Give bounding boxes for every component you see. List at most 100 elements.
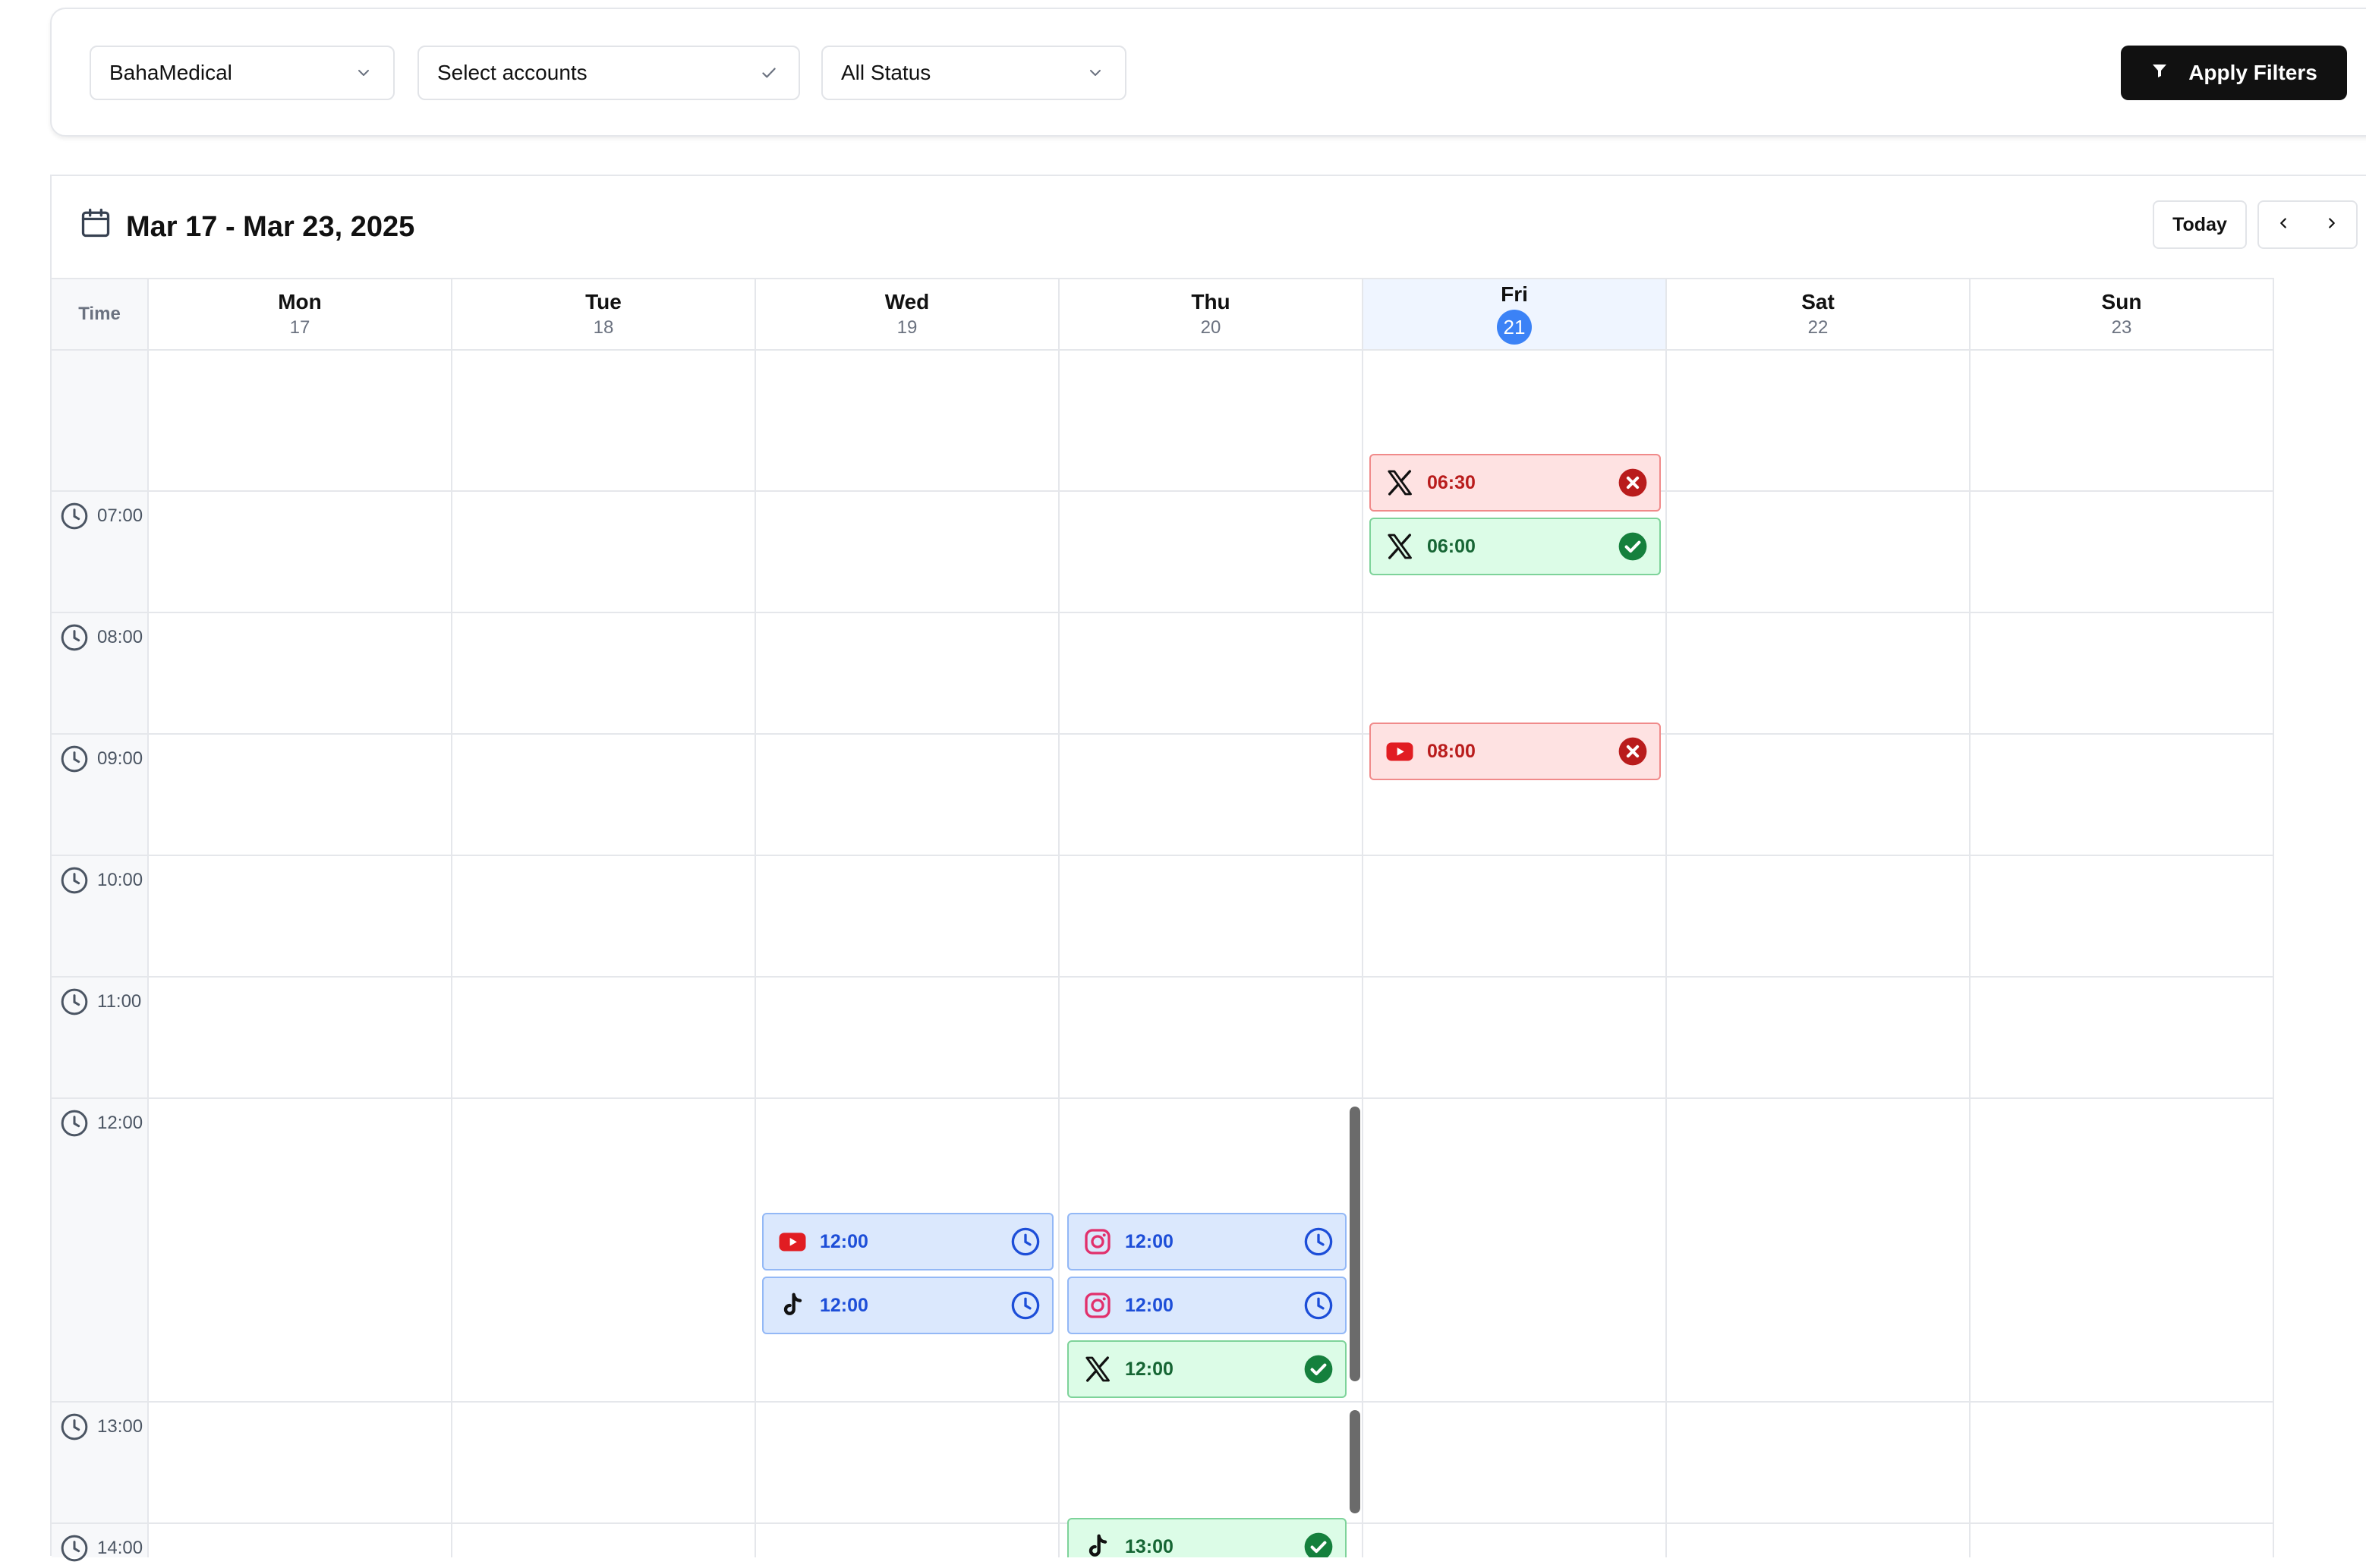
post-event-tiktok[interactable]: 13:00 bbox=[1067, 1518, 1347, 1557]
post-event-time: 08:00 bbox=[1427, 740, 1476, 762]
day-header-tue: Tue 18 bbox=[452, 278, 756, 351]
post-event-x[interactable]: 12:00 bbox=[1067, 1340, 1347, 1398]
clock-status-icon bbox=[1303, 1289, 1334, 1321]
hour-label: 08:00 bbox=[59, 622, 143, 653]
status-select[interactable]: All Status bbox=[821, 46, 1126, 100]
post-event-instagram[interactable]: 12:00 bbox=[1067, 1277, 1347, 1334]
day-header-sun: Sun 23 bbox=[1971, 278, 2274, 351]
column-divider bbox=[1665, 351, 1667, 1557]
day-name: Mon bbox=[278, 290, 322, 313]
week-navigation bbox=[2257, 200, 2358, 249]
company-select[interactable]: BahaMedical bbox=[90, 46, 395, 100]
post-event-time: 12:00 bbox=[1125, 1230, 1174, 1252]
post-event-youtube[interactable]: 08:00 bbox=[1369, 723, 1661, 780]
chevron-right-icon bbox=[2323, 215, 2340, 235]
x-circle-icon bbox=[1617, 467, 1649, 499]
week-grid: Time Mon 17 Tue 18 Wed 19 Thu 20 Fri 21 Sat 22 Sun 23… bbox=[52, 278, 2274, 1562]
date-range: Mar 17 - Mar 23, 2025 bbox=[79, 206, 414, 247]
clock-icon bbox=[59, 1533, 90, 1563]
column-divider bbox=[755, 351, 756, 1557]
hour-label-text: 12:00 bbox=[97, 1113, 143, 1133]
post-event-time: 06:30 bbox=[1427, 471, 1476, 493]
clock-icon bbox=[59, 744, 90, 774]
column-divider bbox=[2273, 351, 2274, 1557]
scrollbar-thumb[interactable] bbox=[1350, 1410, 1360, 1513]
chevron-left-icon bbox=[2275, 215, 2292, 235]
post-event-time: 12:00 bbox=[820, 1294, 868, 1316]
day-header-sat: Sat 22 bbox=[1667, 278, 1971, 351]
day-name: Fri bbox=[1501, 282, 1528, 306]
hour-label: 13:00 bbox=[59, 1412, 143, 1442]
tiktok-icon bbox=[1081, 1530, 1114, 1557]
day-header-thu: Thu 20 bbox=[1060, 278, 1363, 351]
date-range-label: Mar 17 - Mar 23, 2025 bbox=[126, 210, 415, 243]
today-button[interactable]: Today bbox=[2153, 200, 2247, 249]
post-event-time: 12:00 bbox=[1125, 1358, 1174, 1380]
instagram-icon bbox=[1081, 1225, 1114, 1258]
accounts-select[interactable]: Select accounts bbox=[417, 46, 800, 100]
hour-label-text: 10:00 bbox=[97, 870, 143, 890]
day-name: Sat bbox=[1801, 290, 1835, 313]
post-event-instagram[interactable]: 12:00 bbox=[1067, 1213, 1347, 1270]
post-event-time: 13:00 bbox=[1125, 1535, 1174, 1557]
hour-divider bbox=[52, 855, 2274, 856]
day-cell-scroll-area[interactable]: 13:0013:00 bbox=[1060, 1403, 1363, 1557]
time-column bbox=[52, 351, 149, 1557]
day-header-wed: Wed 19 bbox=[756, 278, 1060, 351]
day-cell-scroll-area[interactable]: 12:0012:0012:0012:0012:00 bbox=[1060, 1099, 1363, 1401]
column-divider bbox=[1969, 351, 1971, 1557]
check-icon bbox=[758, 61, 780, 84]
tiktok-icon bbox=[776, 1289, 809, 1322]
scrollbar-thumb[interactable] bbox=[1350, 1107, 1360, 1381]
hour-label: 11:00 bbox=[59, 987, 141, 1017]
status-select-value: All Status bbox=[841, 61, 931, 84]
hour-label-text: 07:00 bbox=[97, 505, 143, 526]
time-column-header: Time bbox=[52, 278, 149, 351]
x-logo-icon bbox=[1383, 530, 1416, 563]
column-divider bbox=[451, 351, 452, 1557]
clock-icon bbox=[59, 501, 90, 531]
x-logo-icon bbox=[1383, 466, 1416, 499]
clock-status-icon bbox=[1303, 1226, 1334, 1258]
day-name: Tue bbox=[585, 290, 622, 313]
clock-status-icon bbox=[1010, 1289, 1041, 1321]
apply-filters-label: Apply Filters bbox=[2188, 61, 2317, 84]
check-circle-icon bbox=[1303, 1531, 1334, 1557]
hour-label: 14:00 bbox=[59, 1533, 143, 1563]
day-header-mon: Mon 17 bbox=[149, 278, 452, 351]
filter-bar: BahaMedical Select accounts All Status A… bbox=[50, 8, 2366, 137]
clock-status-icon bbox=[1010, 1226, 1041, 1258]
chevron-down-icon bbox=[352, 61, 375, 84]
hour-divider bbox=[52, 490, 2274, 492]
post-event-x[interactable]: 06:30 bbox=[1369, 454, 1661, 512]
today-date-badge: 21 bbox=[1497, 310, 1532, 345]
hour-label-text: 14:00 bbox=[97, 1538, 143, 1558]
previous-week-button[interactable] bbox=[2259, 202, 2308, 247]
youtube-icon bbox=[1383, 735, 1416, 768]
clock-icon bbox=[59, 865, 90, 896]
post-event-tiktok[interactable]: 12:00 bbox=[762, 1277, 1054, 1334]
chevron-down-icon bbox=[1084, 61, 1107, 84]
filter-icon bbox=[2150, 61, 2169, 85]
hour-label: 07:00 bbox=[59, 501, 143, 531]
day-name: Thu bbox=[1191, 290, 1230, 313]
post-event-x[interactable]: 06:00 bbox=[1369, 518, 1661, 575]
day-header-fri: Fri 21 bbox=[1363, 278, 1667, 351]
post-event-youtube[interactable]: 12:00 bbox=[762, 1213, 1054, 1270]
hour-divider bbox=[52, 733, 2274, 735]
clock-icon bbox=[59, 1412, 90, 1442]
hour-label-text: 13:00 bbox=[97, 1416, 143, 1437]
post-event-time: 06:00 bbox=[1427, 535, 1476, 557]
hour-label-text: 08:00 bbox=[97, 627, 143, 647]
clock-icon bbox=[59, 622, 90, 653]
clock-icon bbox=[59, 987, 90, 1017]
x-logo-icon bbox=[1081, 1352, 1114, 1386]
hour-divider bbox=[52, 612, 2274, 613]
hour-label: 10:00 bbox=[59, 865, 143, 896]
apply-filters-button[interactable]: Apply Filters bbox=[2121, 46, 2347, 100]
hour-label: 12:00 bbox=[59, 1108, 143, 1138]
check-circle-icon bbox=[1617, 531, 1649, 562]
day-number: 17 bbox=[289, 317, 310, 338]
hour-label: 09:00 bbox=[59, 744, 143, 774]
next-week-button[interactable] bbox=[2308, 202, 2356, 247]
